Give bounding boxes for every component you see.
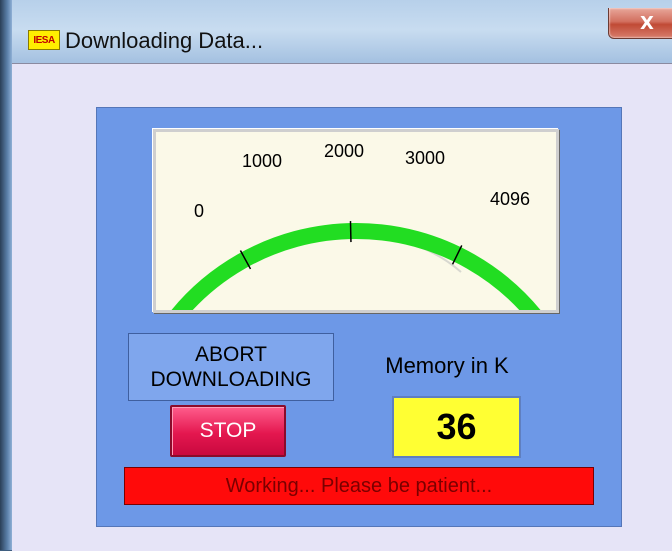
close-icon: X [640, 13, 654, 34]
stop-button[interactable]: STOP [170, 405, 286, 457]
gauge-tick-label-3000: 3000 [405, 148, 445, 168]
window-title: Downloading Data... [65, 28, 263, 54]
status-message: Working... Please be patient... [124, 467, 594, 505]
gauge-green-band [164, 231, 547, 310]
gauge-tick-label-4096: 4096 [490, 189, 530, 209]
app-logo-icon: IESA [28, 30, 60, 50]
close-button[interactable]: X [608, 8, 672, 39]
download-dialog: IESA Downloading Data... X 0 1000 2000 3… [0, 0, 672, 550]
gauge-tick-label-1000: 1000 [242, 151, 282, 171]
window-frame-left-edge [0, 0, 12, 550]
dialog-client-area: 0 1000 2000 3000 4096 ABORT DOWNLOADING … [12, 63, 672, 551]
download-panel: 0 1000 2000 3000 4096 ABORT DOWNLOADING … [96, 107, 622, 527]
gauge-dial: 0 1000 2000 3000 4096 [156, 132, 556, 310]
memory-gauge: 0 1000 2000 3000 4096 [153, 129, 559, 313]
abort-downloading-label: ABORT DOWNLOADING [128, 333, 334, 401]
memory-value-display: 36 [392, 396, 521, 458]
memory-label: Memory in K [367, 353, 527, 379]
title-bar[interactable]: IESA Downloading Data... X [12, 8, 672, 60]
gauge-tick-label-0: 0 [194, 201, 204, 221]
gauge-tick-label-2000: 2000 [324, 141, 364, 161]
